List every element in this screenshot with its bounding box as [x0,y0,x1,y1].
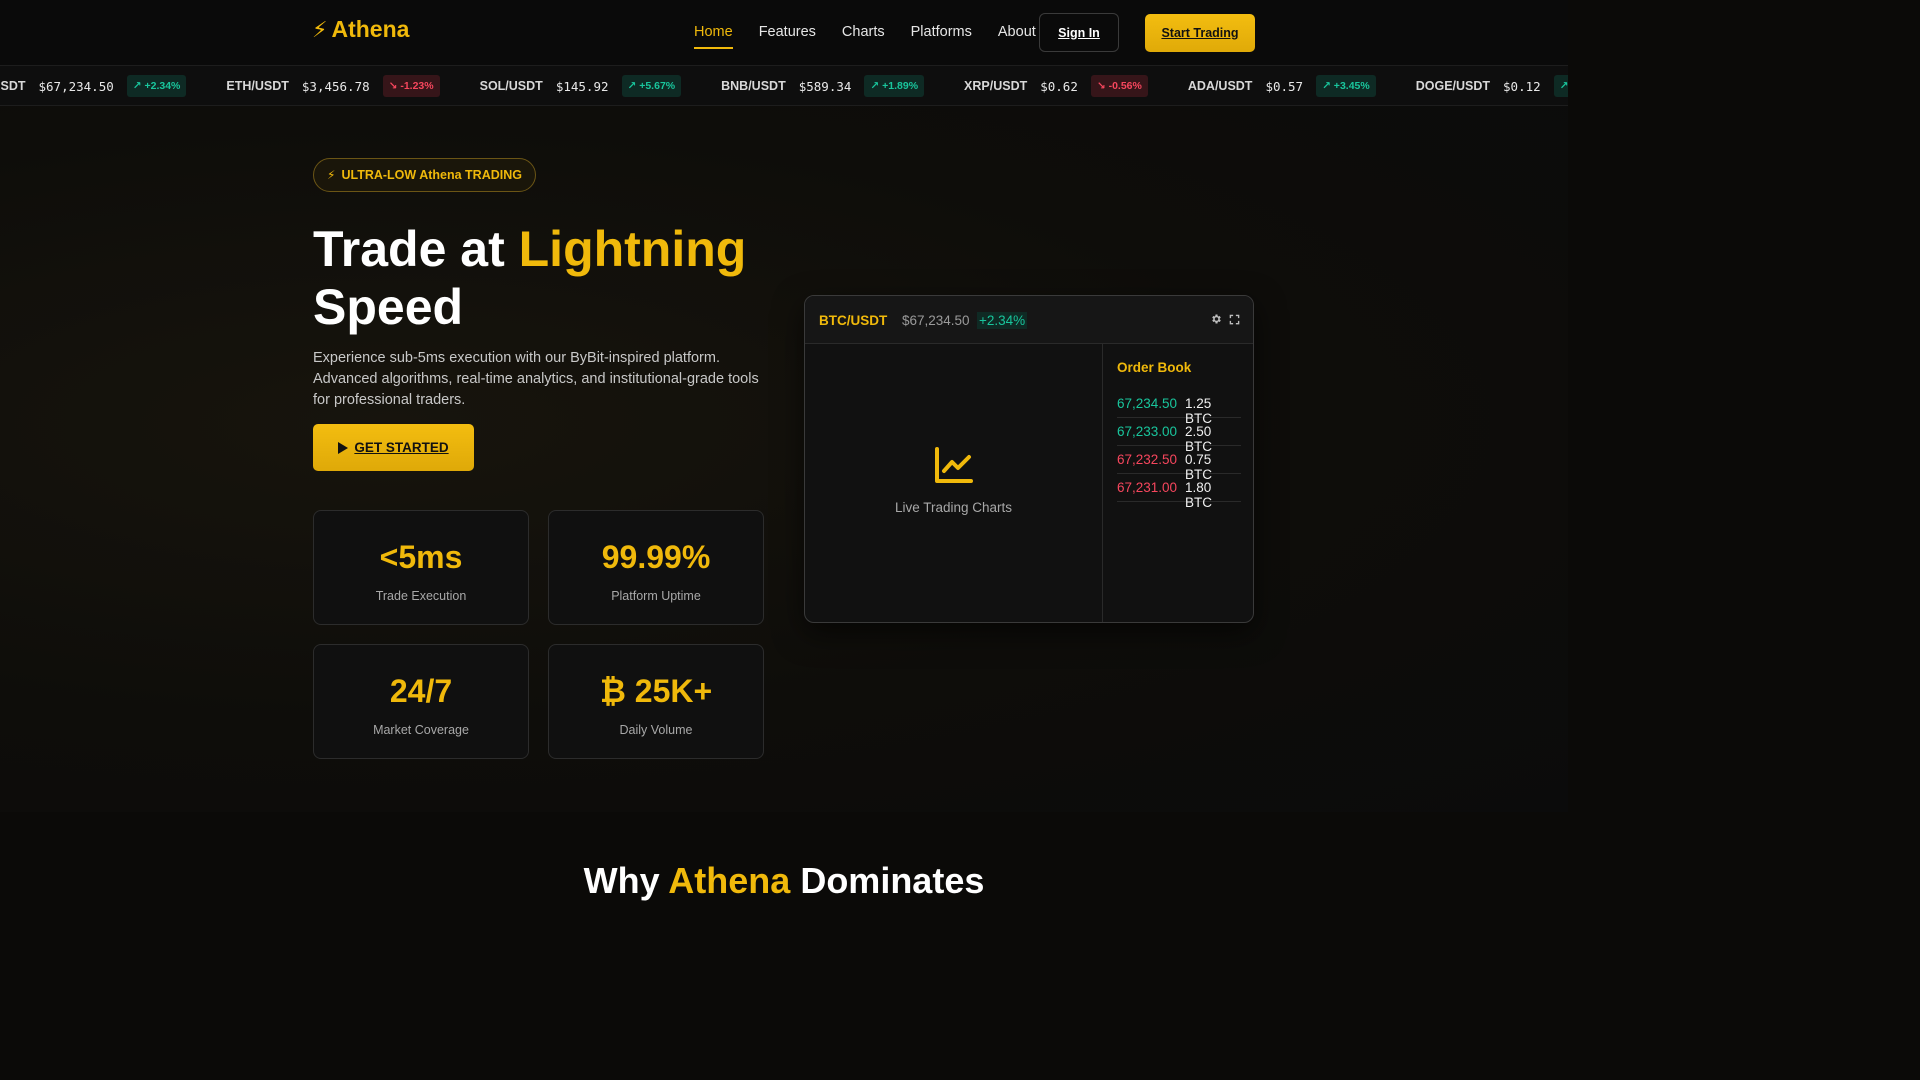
ticker-item[interactable]: ADA/USDT $0.57 ↗ +3.45% [1188,75,1376,97]
hero-pill-badge: ⚡ ULTRA-LOW Athena TRADING [313,158,536,192]
hero-title-part1: Trade at [313,221,519,277]
why-part1: Why [583,860,669,901]
sign-in-button[interactable]: Sign In [1039,13,1119,52]
order-qty: 1.80 BTC [1185,480,1212,510]
ticker-price: $589.34 [798,78,852,94]
why-part2: Dominates [790,860,985,901]
chart-label: Live Trading Charts [894,500,1013,515]
ticker-change-badge: ↗ +2.34% [126,75,187,97]
gear-icon[interactable] [1210,313,1222,325]
ticker-pair: BNB/USDT [721,79,786,93]
hero-title-part2: Speed [313,279,464,335]
ticker-change-badge: ↗ +5.67% [621,75,682,97]
why-section-title: Why Athena Dominates [0,860,1568,902]
ticker-price: $0.62 [1040,78,1078,94]
order-price: 67,232.50 [1117,452,1178,467]
ticker-pair: ADA/USDT [1187,79,1253,93]
ticker-change-badge: ↗ +3.45% [1316,75,1376,97]
ticker-pair: ETH/USDT [226,79,289,93]
get-started-button[interactable]: GET STARTED [313,424,474,471]
hero-background [0,106,1568,812]
ticker-item[interactable]: /USDT $67,234.50 ↗ +2.34% [0,75,187,97]
expand-icon[interactable] [1229,314,1240,325]
trading-panel: BTC/USDT $67,234.50 +2.34% Live Trading … [804,295,1254,623]
site-header: ⚡ Athena Home Features Charts Platforms … [0,0,1568,65]
stat-card-coverage: 24/7 Market Coverage [313,644,529,759]
stat-value: 24/7 [389,673,453,709]
order-price: 67,233.00 [1117,424,1178,439]
panel-price: $67,234.50 [902,313,970,328]
lightning-bolt-icon: ⚡ [327,168,336,182]
get-started-label: GET STARTED [354,440,449,455]
why-accent: Athena [668,860,791,901]
ticker-change-badge: ↘ -1.23% [382,75,440,97]
panel-pair[interactable]: BTC/USDT [819,313,887,328]
trading-panel-header: BTC/USDT $67,234.50 +2.34% [805,296,1253,344]
stat-label: Daily Volume [619,723,693,737]
order-book-title: Order Book [1117,360,1192,375]
ticker-item[interactable]: DOGE/USDT $0.12 ↗ +2.11% [1416,75,1568,97]
logo[interactable]: ⚡ Athena [312,16,409,43]
ticker-price: $0.12 [1503,78,1541,94]
stat-value: ₿ 25K+ [599,673,713,709]
nav-platforms[interactable]: Platforms [911,0,972,50]
ticker-change-badge: ↗ +1.89% [864,75,925,97]
ticker-item[interactable]: XRP/USDT $0.62 ↘ -0.56% [964,75,1148,97]
ticker-item[interactable]: BNB/USDT $589.34 ↗ +1.89% [721,75,925,97]
stat-card-execution: <5ms Trade Execution [313,510,529,625]
price-ticker: /USDT $67,234.50 ↗ +2.34% ETH/USDT $3,45… [0,65,1568,106]
hero-title: Trade at Lightning Speed [313,220,793,336]
ticker-pair: /USDT [0,79,26,93]
nav-features[interactable]: Features [759,0,816,50]
hero-description: Experience sub-5ms execution with our By… [313,350,759,408]
hero-title-accent: Lightning [518,221,747,277]
chart-line-icon [935,447,973,483]
ticker-pair: XRP/USDT [964,79,1028,93]
nav-home[interactable]: Home [694,0,733,49]
ticker-price: $145.92 [555,78,609,94]
order-price: 67,231.00 [1117,480,1178,495]
main-nav: Home Features Charts Platforms About [694,0,1062,65]
stat-value: 99.99% [601,539,711,575]
stat-value: <5ms [379,539,463,575]
order-row[interactable]: 67,231.00 1.80 BTC [1117,474,1241,510]
stat-label: Platform Uptime [611,589,701,603]
ticker-price: $0.57 [1265,78,1304,94]
lightning-bolt-icon: ⚡ [312,16,328,42]
order-row[interactable]: 67,234.50 1.25 BTC [1117,390,1241,426]
stat-label: Market Coverage [373,723,469,737]
play-icon [338,441,349,454]
order-row[interactable]: 67,232.50 0.75 BTC [1117,446,1241,482]
ticker-item[interactable]: SOL/USDT $145.92 ↗ +5.67% [480,75,682,97]
order-row[interactable]: 67,233.00 2.50 BTC [1117,418,1241,454]
nav-about[interactable]: About [998,0,1036,50]
stat-label: Trade Execution [375,589,467,603]
start-trading-button[interactable]: Start Trading [1145,14,1255,52]
ticker-pair: SOL/USDT [479,79,543,93]
nav-charts[interactable]: Charts [842,0,885,50]
ticker-change-badge: ↘ -0.56% [1090,75,1148,97]
chart-placeholder[interactable]: Live Trading Charts [805,344,1103,622]
ticker-change-badge: ↗ +2.11% [1553,75,1568,97]
ticker-item[interactable]: ETH/USDT $3,456.78 ↘ -1.23% [226,75,440,97]
panel-change: +2.34% [977,312,1028,329]
stat-card-uptime: 99.99% Platform Uptime [548,510,764,625]
hero-pill-text: ULTRA-LOW Athena TRADING [341,168,522,182]
ticker-price: $67,234.50 [38,78,114,94]
ticker-track: /USDT $67,234.50 ↗ +2.34% ETH/USDT $3,45… [0,66,1568,105]
order-price: 67,234.50 [1117,396,1178,411]
ticker-pair: DOGE/USDT [1415,79,1491,93]
ticker-price: $3,456.78 [301,78,370,94]
stat-card-volume: ₿ 25K+ Daily Volume [548,644,764,759]
logo-text: Athena [331,16,410,42]
